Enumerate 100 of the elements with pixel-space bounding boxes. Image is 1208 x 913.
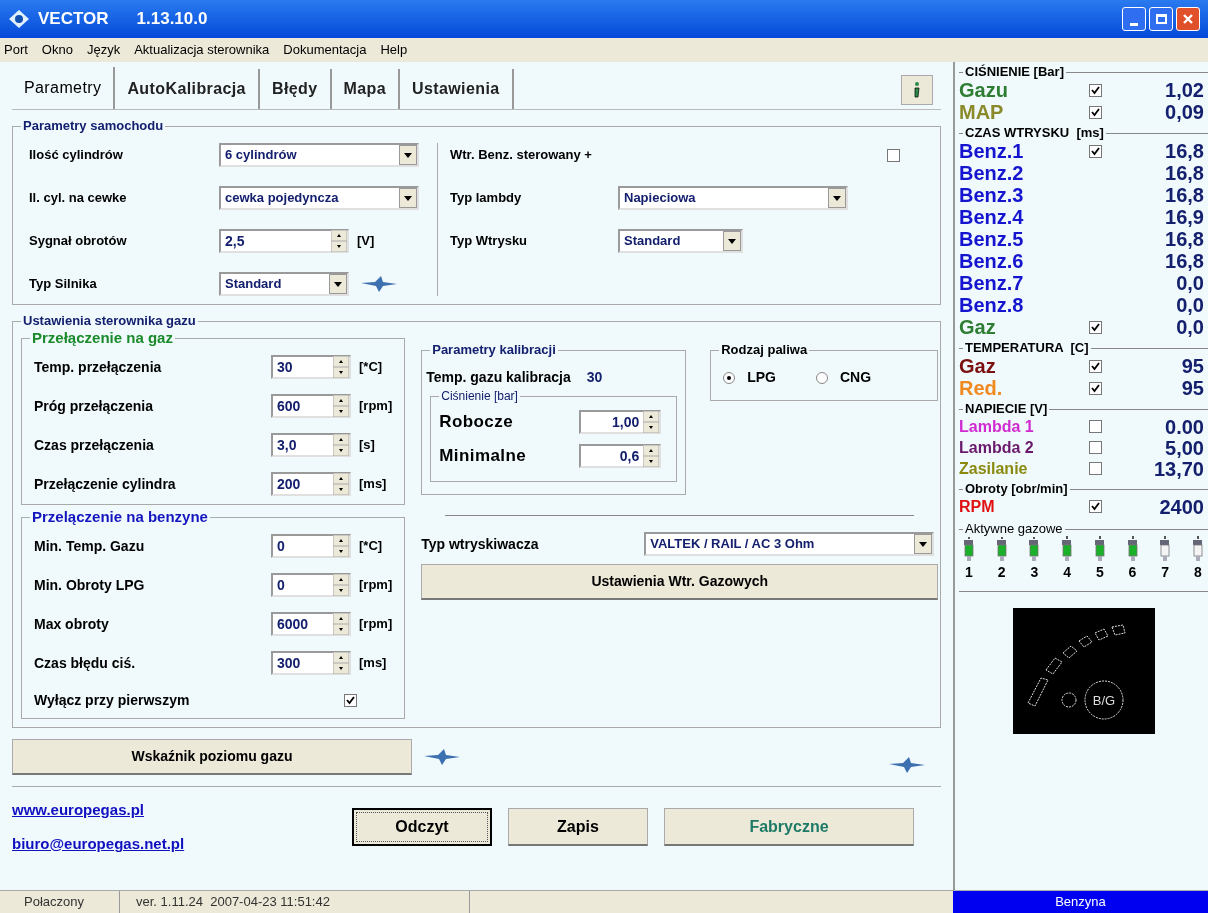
stepper-icon[interactable] (333, 652, 349, 674)
unit-label: [s] (359, 436, 375, 455)
menu-item[interactable]: Help (380, 40, 408, 60)
action-button[interactable]: Zapis (508, 808, 648, 846)
injector-number: 5 (1095, 563, 1104, 582)
menu-item[interactable]: Aktualizacja sterownika (134, 40, 270, 60)
unit-label: [ms] (359, 475, 387, 494)
minimize-button[interactable] (1122, 7, 1146, 31)
tab[interactable]: Ustawienia (400, 69, 514, 109)
caret-icon[interactable] (828, 188, 846, 208)
group-title: TEMPERATURA [C] (963, 340, 1091, 356)
tab[interactable]: Mapa (331, 69, 400, 109)
readout-value: 16,8 (1165, 183, 1204, 208)
menu-item[interactable]: Dokumentacja (283, 40, 367, 60)
stepper-icon[interactable] (333, 535, 349, 557)
spin-field[interactable]: 6000 (271, 612, 351, 636)
checkbox[interactable] (344, 693, 357, 707)
field-label: Czas błędu ciś. (34, 653, 137, 673)
stepper-icon[interactable] (643, 411, 660, 433)
group-title: CZAS WTRYSKU [ms] (963, 125, 1106, 141)
stepper-icon[interactable] (333, 473, 349, 495)
checkbox[interactable] (1089, 462, 1102, 475)
caret-icon[interactable] (329, 274, 347, 294)
caret-icon[interactable] (399, 145, 417, 165)
stepper-icon[interactable] (333, 434, 349, 456)
checkbox[interactable] (1089, 441, 1102, 454)
tab[interactable]: AutoKalibracja (115, 69, 260, 109)
menu-item[interactable]: Język (86, 40, 121, 60)
menu-item[interactable]: Okno (41, 40, 73, 60)
readout-value: 16,8 (1165, 139, 1204, 164)
spin-field[interactable]: 1,00 (579, 410, 662, 434)
dropdown[interactable]: VALTEK / RAIL / AC 3 Ohm (644, 532, 935, 556)
dropdown[interactable]: cewka pojedyncza (219, 186, 419, 210)
maximize-button[interactable] (1149, 7, 1173, 31)
stepper-icon[interactable] (333, 395, 349, 417)
field-label: Max obroty (34, 614, 110, 634)
close-button[interactable] (1176, 7, 1200, 31)
caret-icon[interactable] (723, 231, 741, 251)
checkbox[interactable] (1089, 144, 1102, 158)
checkbox[interactable] (1089, 105, 1102, 119)
star-icon (361, 276, 397, 292)
dropdown[interactable]: Standard (618, 229, 743, 253)
caret-icon[interactable] (399, 188, 417, 208)
stepper-icon[interactable] (333, 613, 349, 635)
readout-label: Benz.8 (959, 293, 1025, 318)
readout-value: 0,0 (1176, 315, 1204, 340)
unit-label: [*C] (359, 537, 383, 556)
spin-field[interactable]: 200 (271, 472, 351, 496)
readout-value: 2400 (1159, 494, 1204, 520)
field-label: Czas przełączenia (34, 435, 155, 455)
field-label: Temp. gazu kalibracja (426, 368, 571, 387)
radio-option[interactable]: LPG (723, 367, 776, 388)
dropdown[interactable]: 6 cylindrów (219, 143, 419, 167)
spin-field[interactable]: 0 (271, 534, 351, 558)
stepper-icon[interactable] (333, 356, 349, 378)
stepper-icon[interactable] (331, 230, 347, 252)
action-button[interactable]: Fabryczne (664, 808, 914, 846)
checkbox[interactable] (887, 148, 900, 162)
checkbox[interactable] (1089, 420, 1102, 433)
dropdown[interactable]: Napieciowa (618, 186, 848, 210)
checkbox[interactable] (1089, 381, 1102, 395)
radio-option[interactable]: CNG (816, 367, 872, 388)
readout-label: Red. (959, 376, 1004, 401)
readout-label: Zasilanie (959, 458, 1029, 479)
spin-field[interactable]: 600 (271, 394, 351, 418)
spin-field[interactable]: 0 (271, 573, 351, 597)
injector-settings-button[interactable]: Ustawienia Wtr. Gazowych (421, 564, 939, 600)
info-icon (912, 81, 922, 99)
radio-icon[interactable] (816, 371, 828, 384)
spin-field[interactable]: 3,0 (271, 433, 351, 457)
checkbox[interactable] (1089, 320, 1102, 334)
unit-label: [rpm] (359, 615, 393, 634)
checkbox[interactable] (1089, 500, 1102, 513)
dropdown[interactable]: Standard (219, 272, 349, 296)
readout-label: Gaz (959, 354, 997, 379)
link[interactable]: biuro@europegas.net.pl (12, 833, 185, 856)
stepper-icon[interactable] (643, 445, 660, 467)
info-button[interactable] (901, 75, 933, 105)
spin-field[interactable]: 30 (271, 355, 351, 379)
link[interactable]: www.europegas.pl (12, 798, 144, 821)
injector-number: 4 (1063, 563, 1071, 582)
readout-label: Gazu (959, 78, 1009, 103)
tab[interactable]: Błędy (259, 69, 332, 109)
injector-number: 8 (1194, 563, 1202, 582)
stepper-icon[interactable] (333, 574, 349, 596)
group-title: Ciśnienie [bar] (439, 388, 520, 404)
readout-label: Benz.6 (959, 249, 1025, 274)
action-button[interactable]: Odczyt (352, 808, 492, 846)
group-title: Obroty [obr/min] (963, 481, 1070, 497)
menu-item[interactable]: Port (4, 40, 28, 60)
radio-icon[interactable] (723, 371, 736, 384)
window-title: VECTOR (38, 8, 109, 31)
gas-level-button[interactable]: Wskaźnik poziomu gazu (12, 739, 412, 775)
spin-field[interactable]: 300 (271, 651, 351, 675)
unit-label: [V] (357, 232, 375, 251)
checkbox[interactable] (1089, 83, 1102, 97)
spin-field[interactable]: 2,5 (219, 229, 349, 253)
checkbox[interactable] (1089, 359, 1102, 373)
caret-icon[interactable] (914, 534, 933, 554)
spin-field[interactable]: 0,6 (579, 444, 662, 468)
